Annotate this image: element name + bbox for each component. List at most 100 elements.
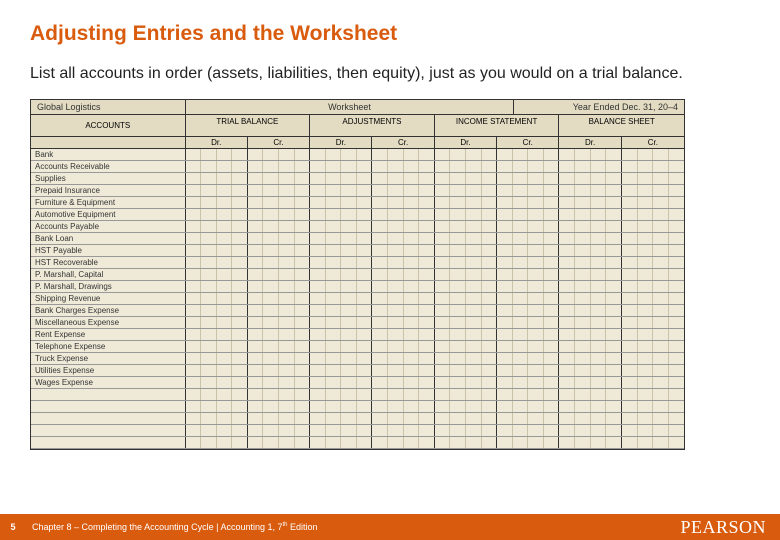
amount-cell	[248, 221, 310, 232]
col-dr: Dr.	[186, 137, 248, 148]
amount-cell	[497, 365, 559, 376]
amount-cell	[372, 197, 434, 208]
amount-cell	[310, 293, 372, 304]
table-row: Bank Charges Expense	[31, 305, 684, 317]
accounts-header: ACCOUNTS	[31, 115, 186, 136]
table-row	[31, 389, 684, 401]
table-row	[31, 437, 684, 449]
amount-cell	[622, 305, 684, 316]
amount-cell	[559, 173, 621, 184]
amount-cell	[372, 377, 434, 388]
table-row	[31, 413, 684, 425]
amount-cell	[372, 305, 434, 316]
amount-cell	[310, 341, 372, 352]
amount-cell	[248, 245, 310, 256]
amount-cell	[310, 197, 372, 208]
amount-cell	[435, 401, 497, 412]
amount-cell	[310, 281, 372, 292]
amount-cell	[559, 185, 621, 196]
amount-cell	[435, 437, 497, 448]
amount-cell	[372, 437, 434, 448]
chapter-caption: Chapter 8 – Completing the Accounting Cy…	[26, 522, 318, 532]
worksheet-label: Worksheet	[186, 100, 514, 114]
amount-cell	[559, 197, 621, 208]
company-name: Global Logistics	[31, 100, 186, 114]
amount-cell	[559, 209, 621, 220]
table-row: P. Marshall, Capital	[31, 269, 684, 281]
account-name	[31, 401, 186, 412]
amount-cell	[310, 353, 372, 364]
table-row: Automotive Equipment	[31, 209, 684, 221]
amount-cell	[435, 293, 497, 304]
account-name: Rent Expense	[31, 329, 186, 340]
amount-cell	[248, 425, 310, 436]
amount-cell	[559, 377, 621, 388]
group-balance-sheet: BALANCE SHEET	[559, 115, 684, 136]
body-text: List all accounts in order (assets, liab…	[0, 46, 780, 85]
brand-logo: PEARSON	[680, 517, 766, 538]
amount-cell	[622, 269, 684, 280]
account-name	[31, 437, 186, 448]
worksheet-header-row2: ACCOUNTS TRIAL BALANCE ADJUSTMENTS INCOM…	[31, 115, 684, 137]
amount-cell	[186, 173, 248, 184]
amount-cell	[186, 353, 248, 364]
col-dr: Dr.	[559, 137, 621, 148]
amount-cell	[372, 173, 434, 184]
amount-cell	[622, 281, 684, 292]
account-name: HST Payable	[31, 245, 186, 256]
table-row: Prepaid Insurance	[31, 185, 684, 197]
amount-cell	[435, 329, 497, 340]
amount-cell	[372, 149, 434, 160]
amount-cell	[248, 341, 310, 352]
table-row: Supplies	[31, 173, 684, 185]
period-label: Year Ended Dec. 31, 20–4	[514, 100, 684, 114]
amount-cell	[310, 389, 372, 400]
amount-cell	[559, 281, 621, 292]
amount-cell	[310, 185, 372, 196]
amount-cell	[497, 293, 559, 304]
amount-cell	[310, 245, 372, 256]
slide-title: Adjusting Entries and the Worksheet	[0, 0, 780, 46]
amount-cell	[186, 425, 248, 436]
amount-cell	[622, 185, 684, 196]
amount-cell	[186, 245, 248, 256]
col-dr: Dr.	[435, 137, 497, 148]
amount-cell	[559, 413, 621, 424]
amount-cell	[435, 269, 497, 280]
account-name: Prepaid Insurance	[31, 185, 186, 196]
amount-cell	[435, 257, 497, 268]
amount-cell	[310, 149, 372, 160]
amount-cell	[248, 269, 310, 280]
amount-cell	[372, 161, 434, 172]
col-cr: Cr.	[372, 137, 434, 148]
amount-cell	[248, 401, 310, 412]
amount-cell	[372, 281, 434, 292]
amount-cell	[310, 317, 372, 328]
table-row: Wages Expense	[31, 377, 684, 389]
amount-cell	[248, 293, 310, 304]
amount-cell	[186, 257, 248, 268]
amount-cell	[372, 365, 434, 376]
account-name	[31, 389, 186, 400]
amount-cell	[622, 389, 684, 400]
amount-cell	[186, 389, 248, 400]
col-dr: Dr.	[310, 137, 372, 148]
account-name: Truck Expense	[31, 353, 186, 364]
amount-cell	[435, 161, 497, 172]
amount-cell	[497, 245, 559, 256]
amount-cell	[559, 317, 621, 328]
amount-cell	[435, 149, 497, 160]
worksheet-rows: BankAccounts ReceivableSuppliesPrepaid I…	[31, 149, 684, 449]
account-name	[31, 413, 186, 424]
amount-cell	[497, 377, 559, 388]
amount-cell	[497, 425, 559, 436]
amount-cell	[622, 353, 684, 364]
account-name: Utilities Expense	[31, 365, 186, 376]
amount-cell	[559, 257, 621, 268]
footer-bar: 5 Chapter 8 – Completing the Accounting …	[0, 514, 780, 540]
amount-cell	[435, 425, 497, 436]
amount-cell	[559, 161, 621, 172]
amount-cell	[372, 353, 434, 364]
amount-cell	[248, 437, 310, 448]
amount-cell	[559, 293, 621, 304]
